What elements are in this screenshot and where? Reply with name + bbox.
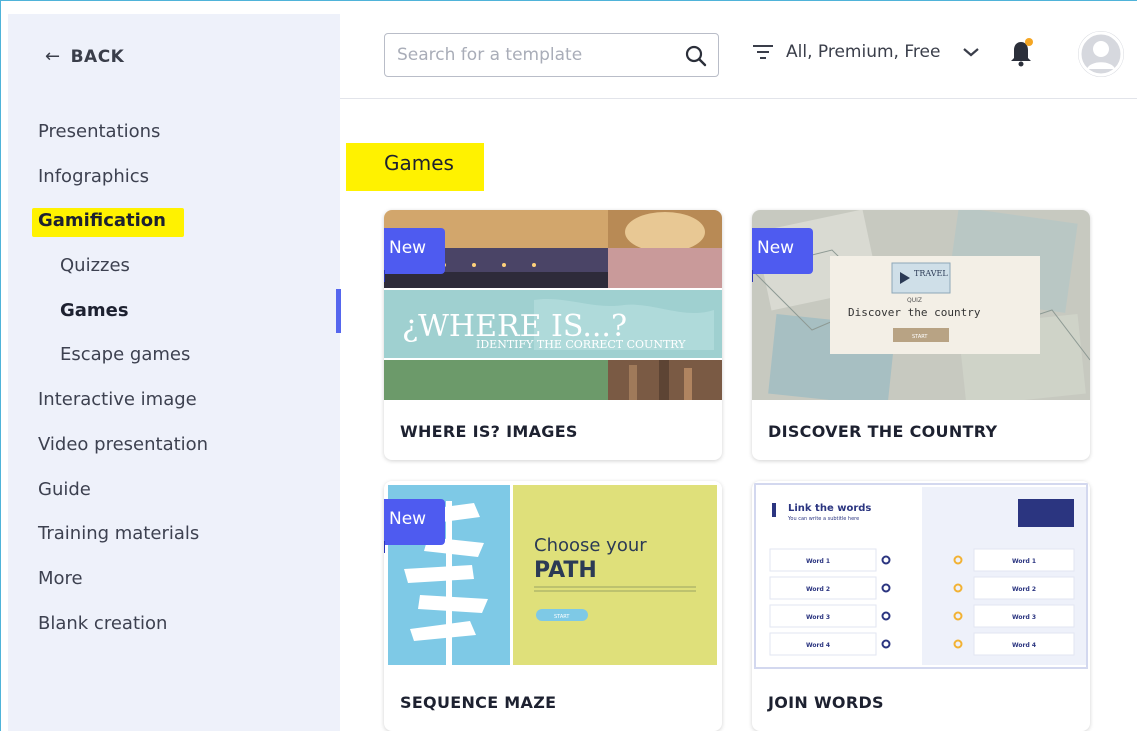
sidebar-item-label: Presentations <box>38 121 161 142</box>
thumb-title-line1: Choose your <box>534 535 647 556</box>
template-card-discover-the-country[interactable]: TRAVEL QUIZ Discover the country START N… <box>752 210 1090 460</box>
thumb-subtitle: IDENTIFY THE CORRECT COUNTRY <box>476 338 686 351</box>
sidebar-item-label: Games <box>60 299 129 321</box>
sidebar-item-escape-games[interactable]: Escape games <box>8 333 340 378</box>
template-card-title: JOIN WORDS <box>768 693 884 712</box>
avatar[interactable] <box>1078 31 1124 77</box>
thumb-start: START <box>912 334 928 340</box>
sidebar-item-interactive-image[interactable]: Interactive image <box>8 378 340 423</box>
thumb-title: Discover the country <box>848 306 981 319</box>
thumb-kicker: QUIZ <box>907 297 922 304</box>
join-words-thumbnail-art: Link the words You can write a subtitle … <box>752 481 1090 671</box>
sidebar-item-label: Training materials <box>38 523 200 545</box>
search-box <box>384 33 719 77</box>
thumb-word-left: Word 3 <box>806 614 830 621</box>
sidebar: ← BACK Presentations Infographics Gamifi… <box>8 14 341 731</box>
filter-icon <box>753 45 773 59</box>
thumb-title-line2: PATH <box>534 558 597 583</box>
thumb-stamp: TRAVEL <box>914 269 948 278</box>
search-input[interactable] <box>397 42 667 68</box>
search-icon[interactable] <box>684 44 708 68</box>
sidebar-item-video-presentation[interactable]: Video presentation <box>8 423 340 468</box>
back-label: BACK <box>70 46 125 67</box>
template-thumbnail: Link the words You can write a subtitle … <box>752 481 1090 671</box>
sidebar-item-gamification[interactable]: Gamification <box>8 199 340 244</box>
active-indicator <box>336 288 341 333</box>
filter-label: All, Premium, Free <box>786 42 941 62</box>
thumb-word-right: Word 3 <box>1012 614 1036 621</box>
new-badge: New <box>752 228 813 274</box>
sidebar-item-label: Escape games <box>60 344 191 366</box>
sidebar-item-more[interactable]: More <box>8 557 340 602</box>
badge-fold <box>384 270 385 282</box>
sidebar-item-quizzes[interactable]: Quizzes <box>8 244 340 289</box>
thumb-title: Link the words <box>788 503 871 514</box>
template-card-sequence-maze[interactable]: Choose your PATH START New SEQUENCE MAZE <box>384 481 722 731</box>
sidebar-item-label: Infographics <box>38 165 150 187</box>
sidebar-item-label: Gamification <box>32 208 184 238</box>
badge-fold <box>384 541 385 553</box>
thumb-subtitle: You can write a subtitle here <box>787 516 859 522</box>
arrow-left-icon: ← <box>45 46 61 67</box>
template-card-title: SEQUENCE MAZE <box>400 693 557 712</box>
back-button[interactable]: ← BACK <box>45 46 124 67</box>
sidebar-item-label: Interactive image <box>38 389 197 411</box>
sidebar-item-label: Quizzes <box>60 255 130 277</box>
category-nav: Presentations Infographics Gamification … <box>8 110 341 647</box>
license-filter-dropdown[interactable]: All, Premium, Free <box>752 42 980 62</box>
sidebar-item-label: Guide <box>38 478 91 500</box>
sidebar-item-label: Video presentation <box>38 433 209 455</box>
sidebar-item-presentations[interactable]: Presentations <box>8 110 340 155</box>
chevron-down-icon <box>963 48 980 57</box>
badge-fold <box>752 270 753 282</box>
notification-bell-icon[interactable] <box>1008 36 1036 68</box>
template-card-title: DISCOVER THE COUNTRY <box>768 422 998 441</box>
thumb-word-left: Word 4 <box>806 642 830 649</box>
sidebar-item-games[interactable]: Games <box>8 288 341 334</box>
sidebar-item-infographics[interactable]: Infographics <box>8 155 340 200</box>
thumb-word-right: Word 2 <box>1012 586 1036 593</box>
template-card-join-words[interactable]: Link the words You can write a subtitle … <box>752 481 1090 731</box>
thumb-word-left: Word 2 <box>806 586 830 593</box>
new-badge: New <box>384 499 445 545</box>
top-bar: All, Premium, Free <box>340 14 1137 99</box>
sidebar-item-label: More <box>38 567 83 589</box>
sidebar-item-blank-creation[interactable]: Blank creation <box>8 602 340 647</box>
thumb-word-left: Word 1 <box>806 558 830 565</box>
section-title: Games <box>346 143 484 191</box>
sidebar-item-guide[interactable]: Guide <box>8 468 340 513</box>
sidebar-item-label: Blank creation <box>38 612 168 634</box>
thumb-start: START <box>554 614 570 620</box>
new-badge: New <box>384 228 445 274</box>
thumb-word-right: Word 4 <box>1012 642 1036 649</box>
sidebar-item-training-materials[interactable]: Training materials <box>8 512 340 557</box>
thumb-word-right: Word 1 <box>1012 558 1036 565</box>
user-avatar-icon <box>1078 31 1124 77</box>
template-card-title: WHERE IS? IMAGES <box>400 422 578 441</box>
template-card-where-is-images[interactable]: ¿WHERE IS...? IDENTIFY THE CORRECT COUNT… <box>384 210 722 460</box>
